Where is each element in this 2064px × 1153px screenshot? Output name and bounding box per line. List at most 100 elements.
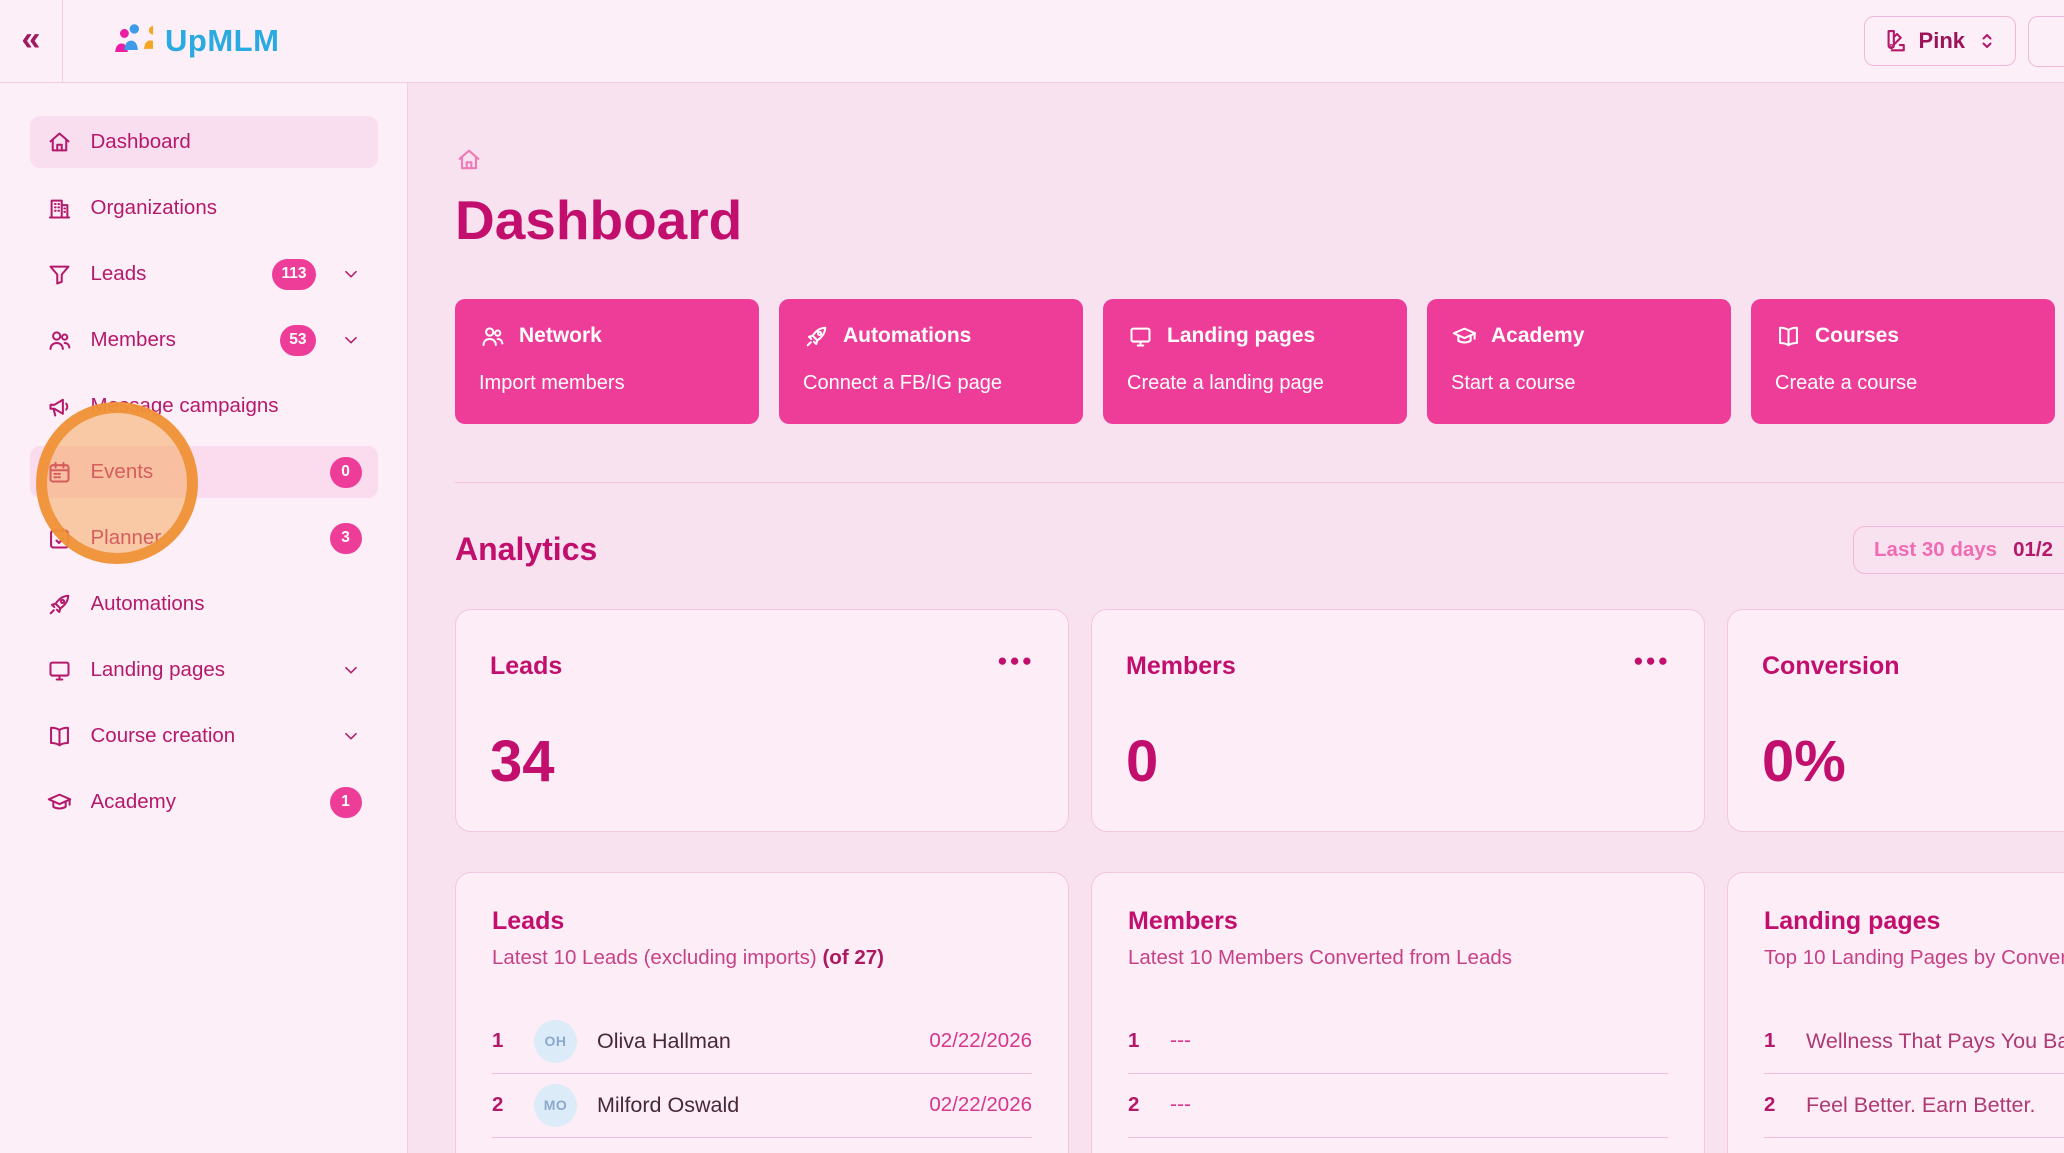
landing-page-name: Feel Better. Earn Better. [1806,1092,2036,1117]
theme-select-value: Pink [1918,28,1965,53]
count-badge: 3 [329,522,362,554]
app-logo[interactable]: UpMLM [109,21,279,61]
sidebar-item-dashboard[interactable]: Dashboard [29,116,378,168]
section-divider [455,481,2064,483]
leads-list-card: Leads Latest 10 Leads (excluding imports… [455,871,1069,1153]
sidebar-item-events[interactable]: Events 0 [29,446,378,498]
sidebar-item-label: Message campaigns [90,394,279,417]
lead-row[interactable]: 1 OH Oliva Hallman 02/22/2026 [492,1010,1032,1074]
sidebar-item-leads[interactable]: Leads 113 [30,248,378,300]
sidebar-item-label: Planner [90,526,162,549]
chevron-down-icon[interactable] [340,659,362,681]
sidebar-item-organizations[interactable]: Organizations [30,182,378,234]
landing-page-row[interactable]: 2 Feel Better. Earn Better. [1764,1074,2064,1138]
chevron-down-icon[interactable] [340,725,362,747]
collapse-sidebar-icon: « [21,20,41,58]
sidebar-item-course-creation[interactable]: Course creation [30,710,378,762]
list-subtitle: Latest 10 Leads (excluding imports) (of … [492,945,884,969]
ellipsis-menu-icon[interactable]: ●●● [1633,652,1670,669]
quick-action-automations[interactable]: Automations Connect a FB/IG page [779,298,1083,424]
quick-actions-row: Network Import members Automations Conne… [455,298,2064,424]
calendar-icon [46,459,73,486]
page-title: Dashboard [455,189,743,251]
sidebar-item-label: Members [90,328,176,351]
clipboard-check-icon [46,525,73,552]
rocket-icon [46,591,73,618]
select-updown-icon [1975,29,1999,53]
book-icon [46,723,73,750]
lead-name: Milford Oswald [597,1092,740,1117]
avatar: MO [534,1083,577,1127]
sidebar-item-landing-pages[interactable]: Landing pages [30,644,378,696]
stat-value: 0 [1126,728,1159,794]
quick-action-subtitle: Import members [479,371,625,394]
sidebar-item-label: Leads [90,262,147,285]
row-number: 2 [492,1093,504,1116]
lead-row[interactable]: 2 MO Milford Oswald 02/22/2026 [492,1074,1032,1138]
date-range-filter[interactable]: Last 30 days 01/2 [1853,525,2064,574]
building-icon [46,195,73,222]
theme-select-button[interactable]: Pink [1863,16,2016,66]
sidebar-item-academy[interactable]: Academy 1 [30,776,378,828]
breadcrumb-home-icon[interactable] [455,146,483,174]
quick-action-subtitle: Create a course [1775,371,1918,394]
sidebar-item-label: Automations [90,592,205,615]
quick-action-subtitle: Create a landing page [1127,371,1324,394]
stat-title: Members [1126,651,1236,680]
analytics-heading: Analytics [455,531,598,567]
stat-card-conversion: Conversion 0% [1727,608,2064,832]
stat-card-leads: Leads ●●● 34 [455,608,1069,832]
list-title: Landing pages [1764,906,1941,935]
users-icon [479,323,506,350]
logo-people-icon [109,21,153,61]
quick-action-network[interactable]: Network Import members [455,298,759,424]
sidebar-item-planner[interactable]: Planner 3 [30,512,378,564]
book-icon [1775,323,1802,350]
sidebar-item-automations[interactable]: Automations [30,578,378,630]
sidebar-item-message-campaigns[interactable]: Message campaigns [30,380,378,432]
monitor-icon [1127,323,1154,350]
list-subtitle: Top 10 Landing Pages by Conversions [1764,945,2064,969]
quick-action-title: Network [519,324,602,347]
list-subtitle: Latest 10 Members Converted from Leads [1128,945,1512,969]
count-badge: 113 [272,258,316,290]
row-number: 1 [1128,1029,1140,1052]
sidebar-nav: Dashboard Organizations Leads 113 Member… [0,82,408,1153]
member-row[interactable]: 2 --- [1128,1074,1668,1138]
member-row[interactable]: 1 --- [1128,1010,1668,1074]
stat-title: Conversion [1762,651,1900,680]
sidebar-item-label: Academy [90,790,176,813]
analytics-header: Analytics Last 30 days 01/2 [455,525,2064,574]
ellipsis-menu-icon[interactable]: ●●● [997,652,1034,669]
home-icon [46,129,73,156]
stat-value: 0% [1762,728,1846,794]
quick-action-courses[interactable]: Courses Create a course [1751,298,2055,424]
date-range-value: 01/2 [2013,537,2053,561]
count-badge: 1 [329,786,362,818]
quick-action-academy[interactable]: Academy Start a course [1427,298,1731,424]
sidebar-collapse-button[interactable]: « [0,0,63,82]
lead-date: 02/22/2026 [929,1029,1032,1052]
list-title: Leads [492,906,565,935]
analytics-stats-row: Leads ●●● 34 Members ●●● 0 Conversion 0% [455,608,2064,832]
landing-page-row[interactable]: 1 Wellness That Pays You Back [1764,1010,2064,1074]
quick-action-subtitle: Connect a FB/IG page [803,371,1003,394]
lead-name: Oliva Hallman [597,1028,731,1053]
quick-action-title: Automations [843,324,972,347]
quick-action-title: Academy [1491,324,1585,347]
chevron-down-icon[interactable] [340,263,362,285]
stat-value: 34 [490,728,555,794]
row-number: 1 [1764,1029,1776,1052]
count-badge: 53 [280,324,316,356]
top-bar: « UpMLM Pink [0,0,2064,83]
header-secondary-button[interactable] [2028,15,2064,67]
row-number: 1 [492,1029,504,1052]
stat-title: Leads [490,651,563,680]
landing-page-name: Wellness That Pays You Back [1806,1028,2064,1053]
chevron-down-icon[interactable] [340,329,362,351]
sidebar-item-members[interactable]: Members 53 [30,314,378,366]
quick-action-subtitle: Start a course [1451,371,1576,394]
row-number: 2 [1764,1093,1776,1116]
funnel-icon [46,261,73,288]
quick-action-landing-pages[interactable]: Landing pages Create a landing page [1103,298,1407,424]
